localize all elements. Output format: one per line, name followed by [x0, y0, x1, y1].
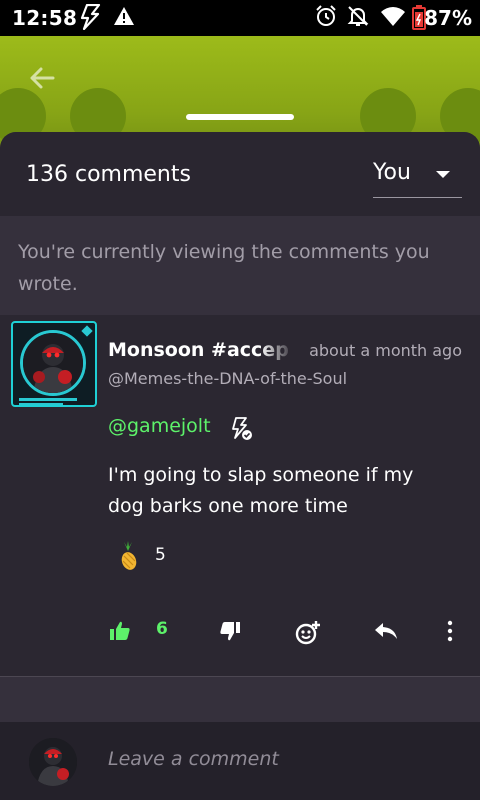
verified-bolt-icon	[228, 416, 254, 442]
reply-button[interactable]	[373, 619, 399, 647]
sheet-header: 136 comments You	[0, 132, 480, 216]
author-avatar[interactable]	[11, 321, 97, 407]
filter-notice-text: You're currently viewing the comments yo…	[18, 241, 430, 295]
alarm-icon	[314, 4, 338, 34]
avatar-image	[20, 330, 86, 396]
like-count: 6	[156, 619, 168, 639]
reaction-count: 5	[155, 545, 166, 565]
comment-timestamp[interactable]: about a month ago	[309, 341, 462, 360]
add-reaction-button[interactable]	[294, 619, 322, 647]
comment-compose-bar[interactable]: Leave a comment	[0, 722, 480, 800]
frame-gem-icon	[81, 325, 93, 337]
filter-notice: You're currently viewing the comments yo…	[0, 216, 480, 314]
status-time: 12:58	[12, 6, 78, 30]
filter-value: You	[373, 160, 411, 185]
comment-item: Monsoon #accepted about a month ago @Mem…	[0, 315, 480, 677]
alert-triangle-icon	[112, 4, 136, 34]
dislike-button[interactable]	[218, 619, 242, 647]
pineapple-icon	[115, 541, 141, 571]
back-arrow-icon[interactable]	[26, 62, 58, 94]
like-button[interactable]	[108, 619, 132, 647]
wifi-icon	[380, 4, 406, 34]
comment-input-placeholder[interactable]: Leave a comment	[108, 748, 279, 770]
comments-sheet: 136 comments You You're currently viewin…	[0, 132, 480, 800]
gamejolt-bolt-icon	[78, 3, 102, 36]
comment-body: I'm going to slap someone if my dog bark…	[108, 464, 414, 517]
battery-percent: 87%	[424, 6, 472, 30]
comment-author-username[interactable]: @Memes-the-DNA-of-the-Soul	[108, 369, 347, 388]
comment-filter-select[interactable]: You	[373, 156, 462, 198]
comment-count: 136 comments	[26, 162, 191, 187]
status-bar: 12:58 87%	[0, 0, 480, 36]
comment-mention-link[interactable]: @gamejolt	[108, 415, 211, 437]
chevron-down-icon	[436, 171, 450, 178]
divider	[0, 676, 480, 677]
author-name-fade	[260, 337, 294, 363]
more-options-icon[interactable]	[440, 619, 460, 647]
current-user-avatar	[29, 738, 77, 786]
sheet-drag-handle[interactable]	[186, 114, 294, 120]
mute-icon	[346, 4, 370, 34]
